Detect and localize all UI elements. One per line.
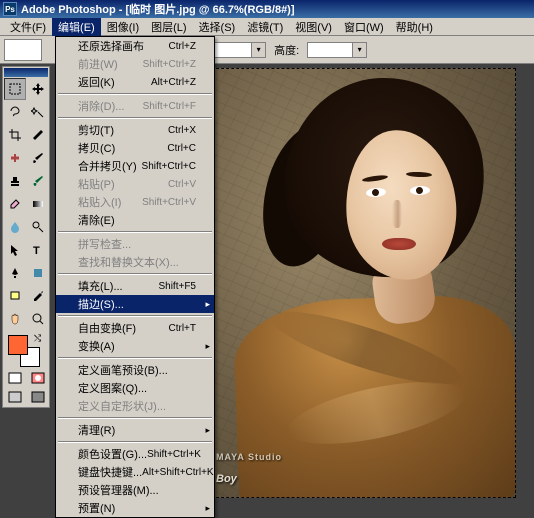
quickmask-mode[interactable] xyxy=(27,369,49,387)
menu-window[interactable]: 窗口(W) xyxy=(338,18,390,36)
menu-copy-merged[interactable]: 合并拷贝(Y)Shift+Ctrl+C xyxy=(56,157,214,175)
height-label: 高度: xyxy=(274,42,299,58)
menu-fade[interactable]: 消除(D)...Shift+Ctrl+F xyxy=(56,97,214,115)
menu-find-replace[interactable]: 查找和替换文本(X)... xyxy=(56,253,214,271)
separator xyxy=(58,231,212,233)
color-swatch: ⤭ xyxy=(4,333,48,367)
notes-tool[interactable] xyxy=(4,285,26,307)
screen-standard[interactable] xyxy=(4,388,26,406)
dodge-tool[interactable] xyxy=(27,216,49,238)
screen-full-menus[interactable] xyxy=(27,388,49,406)
eyedropper-tool[interactable] xyxy=(27,285,49,307)
submenu-arrow-icon: ▸ xyxy=(205,341,210,352)
separator xyxy=(58,117,212,119)
eraser-tool[interactable] xyxy=(4,193,26,215)
document-image: MAYA Studio Boy xyxy=(206,68,516,498)
menu-color-settings[interactable]: 颜色设置(G)...Shift+Ctrl+K xyxy=(56,445,214,463)
wand-tool[interactable] xyxy=(27,101,49,123)
hand-tool[interactable] xyxy=(4,308,26,330)
standard-mode[interactable] xyxy=(4,369,26,387)
history-brush-tool[interactable] xyxy=(27,170,49,192)
menu-transform[interactable]: 变换(A)▸ xyxy=(56,337,214,355)
type-tool[interactable]: T xyxy=(27,239,49,261)
crop-tool[interactable] xyxy=(4,124,26,146)
menu-define-shape[interactable]: 定义自定形状(J)... xyxy=(56,397,214,415)
document[interactable]: MAYA Studio Boy xyxy=(206,68,516,498)
path-select-tool[interactable] xyxy=(4,239,26,261)
watermark: MAYA Studio Boy xyxy=(216,452,282,488)
menu-select[interactable]: 选择(S) xyxy=(193,18,242,36)
height-input[interactable] xyxy=(307,42,353,58)
edit-dropdown: 还原选择画布Ctrl+Z 前进(W)Shift+Ctrl+Z 返回(K)Alt+… xyxy=(55,36,215,518)
zoom-tool[interactable] xyxy=(27,308,49,330)
svg-text:T: T xyxy=(33,245,40,257)
stamp-tool[interactable] xyxy=(4,170,26,192)
menu-file[interactable]: 文件(F) xyxy=(4,18,52,36)
menu-preset-manager[interactable]: 预设管理器(M)... xyxy=(56,481,214,499)
width-dd-icon[interactable]: ▾ xyxy=(252,42,266,58)
menu-image[interactable]: 图像(I) xyxy=(101,18,145,36)
app-icon: Ps xyxy=(3,2,17,16)
separator xyxy=(58,417,212,419)
menu-spellcheck[interactable]: 拼写检查... xyxy=(56,235,214,253)
submenu-arrow-icon: ▸ xyxy=(205,503,210,514)
move-tool[interactable] xyxy=(27,78,49,100)
menu-fill[interactable]: 填充(L)...Shift+F5 xyxy=(56,277,214,295)
menu-bar: 文件(F) 编辑(E) 图像(I) 图层(L) 选择(S) 滤镜(T) 视图(V… xyxy=(0,18,534,36)
marquee-preset-thumb[interactable] xyxy=(4,39,42,61)
slice-tool[interactable] xyxy=(27,124,49,146)
menu-view[interactable]: 视图(V) xyxy=(289,18,338,36)
brush-tool[interactable] xyxy=(27,147,49,169)
submenu-arrow-icon: ▸ xyxy=(205,425,210,436)
height-dd-icon[interactable]: ▾ xyxy=(353,42,367,58)
marquee-tool[interactable] xyxy=(4,78,26,100)
separator xyxy=(58,315,212,317)
shape-tool[interactable] xyxy=(27,262,49,284)
submenu-arrow-icon: ▸ xyxy=(205,299,210,310)
menu-purge[interactable]: 清理(R)▸ xyxy=(56,421,214,439)
separator xyxy=(58,357,212,359)
separator xyxy=(58,273,212,275)
menu-free-transform[interactable]: 自由变换(F)Ctrl+T xyxy=(56,319,214,337)
menu-clear[interactable]: 清除(E) xyxy=(56,211,214,229)
menu-step-backward[interactable]: 返回(K)Alt+Ctrl+Z xyxy=(56,73,214,91)
menu-layer[interactable]: 图层(L) xyxy=(145,18,192,36)
menu-define-pattern[interactable]: 定义图案(Q)... xyxy=(56,379,214,397)
toolbox-header[interactable] xyxy=(4,68,48,77)
blur-tool[interactable] xyxy=(4,216,26,238)
menu-paste-into[interactable]: 粘贴入(I)Shift+Ctrl+V xyxy=(56,193,214,211)
menu-paste[interactable]: 粘贴(P)Ctrl+V xyxy=(56,175,214,193)
toolbox: T ⤭ xyxy=(2,66,50,408)
title-bar: Ps Adobe Photoshop - [临时 图片.jpg @ 66.7%(… xyxy=(0,0,534,18)
menu-undo[interactable]: 还原选择画布Ctrl+Z xyxy=(56,37,214,55)
lasso-tool[interactable] xyxy=(4,101,26,123)
menu-filter[interactable]: 滤镜(T) xyxy=(241,18,289,36)
menu-define-brush[interactable]: 定义画笔预设(B)... xyxy=(56,361,214,379)
menu-copy[interactable]: 拷贝(C)Ctrl+C xyxy=(56,139,214,157)
menu-step-forward[interactable]: 前进(W)Shift+Ctrl+Z xyxy=(56,55,214,73)
foreground-color[interactable] xyxy=(8,335,28,355)
window-title: Adobe Photoshop - [临时 图片.jpg @ 66.7%(RGB… xyxy=(21,1,295,17)
swap-colors-icon[interactable]: ⤭ xyxy=(34,333,46,345)
menu-help[interactable]: 帮助(H) xyxy=(390,18,439,36)
menu-keyboard-shortcuts[interactable]: 键盘快捷键...Alt+Shift+Ctrl+K xyxy=(56,463,214,481)
separator xyxy=(58,93,212,95)
gradient-tool[interactable] xyxy=(27,193,49,215)
menu-stroke[interactable]: 描边(S)...▸ xyxy=(56,295,214,313)
menu-edit[interactable]: 编辑(E) xyxy=(52,18,101,36)
pen-tool[interactable] xyxy=(4,262,26,284)
healing-tool[interactable] xyxy=(4,147,26,169)
separator xyxy=(58,441,212,443)
menu-cut[interactable]: 剪切(T)Ctrl+X xyxy=(56,121,214,139)
menu-preferences[interactable]: 预置(N)▸ xyxy=(56,499,214,517)
